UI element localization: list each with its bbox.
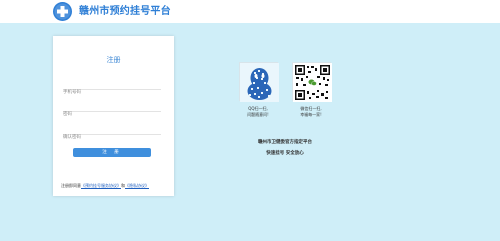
wechat-caption-line2: 幸福每一家! [300, 112, 322, 117]
register-title: 注册 [106, 56, 121, 64]
password-field-wrapper [63, 100, 161, 120]
agreement-prefix: 注册即同意 [61, 183, 81, 188]
wechat-qr-code-icon [292, 62, 332, 102]
qq-penguin-qr-icon [239, 62, 279, 102]
service-agreement-link[interactable]: 《预约挂号服务协议》 [81, 183, 121, 188]
wechat-caption: 微信扫一扫, 幸福每一家! [286, 106, 336, 118]
confirm-password-field-wrapper [63, 123, 161, 143]
top-header: 赣州市预约挂号平台 [0, 0, 500, 23]
phone-field-wrapper [63, 78, 161, 98]
register-button[interactable]: 注 册 [73, 148, 151, 157]
slogan-line1: 赣州市卫健委官方指定平台 [258, 140, 312, 145]
phone-input[interactable] [63, 87, 161, 98]
password-input[interactable] [63, 109, 161, 120]
medical-cross-icon[interactable] [53, 2, 72, 21]
qq-caption-line2: 问题随意问! [247, 112, 269, 117]
agreement-text: 注册即同意《预约挂号服务协议》和《隐私协议》 [61, 183, 173, 188]
register-card: 注册 注 册 注册即同意《预约挂号服务协议》和《隐私协议》 [53, 36, 174, 196]
qq-caption: QQ扫一扫, 问题随意问! [233, 106, 283, 118]
privacy-agreement-link[interactable]: 《隐私协议》 [125, 183, 149, 188]
slogan-line2: 快速挂号 安全放心 [266, 151, 304, 156]
confirm-password-input[interactable] [63, 132, 161, 143]
site-title[interactable]: 赣州市预约挂号平台 [79, 5, 171, 18]
